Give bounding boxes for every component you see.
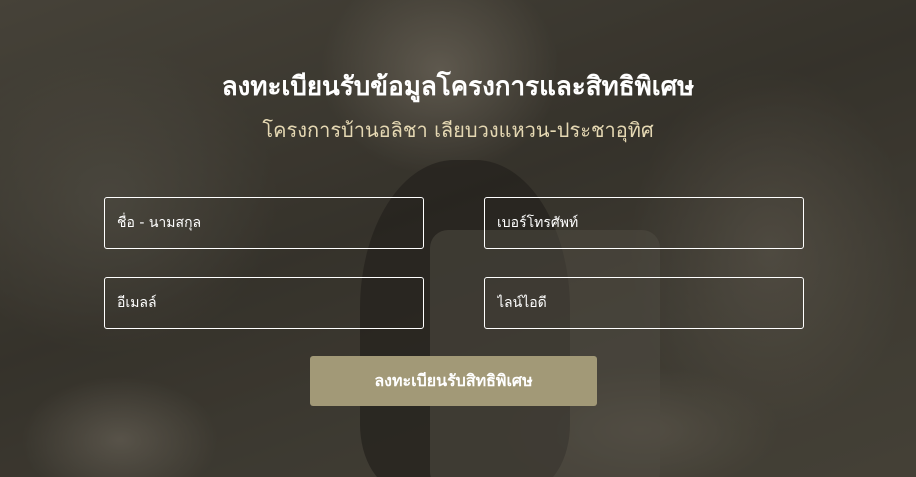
project-subtitle: โครงการบ้านอลิชา เลียบวงแหวน-ประชาอุทิศ <box>262 118 654 142</box>
email-field[interactable] <box>104 277 424 329</box>
registration-section: ลงทะเบียนรับข้อมูลโครงการและสิทธิพิเศษ โ… <box>0 0 916 477</box>
phone-field[interactable] <box>484 197 804 249</box>
register-button[interactable]: ลงทะเบียนรับสิทธิพิเศษ <box>310 356 597 406</box>
line-id-field[interactable] <box>484 277 804 329</box>
page-title: ลงทะเบียนรับข้อมูลโครงการและสิทธิพิเศษ <box>221 72 695 102</box>
name-field[interactable] <box>104 197 424 249</box>
registration-form: ลงทะเบียนรับข้อมูลโครงการและสิทธิพิเศษ โ… <box>0 0 916 477</box>
